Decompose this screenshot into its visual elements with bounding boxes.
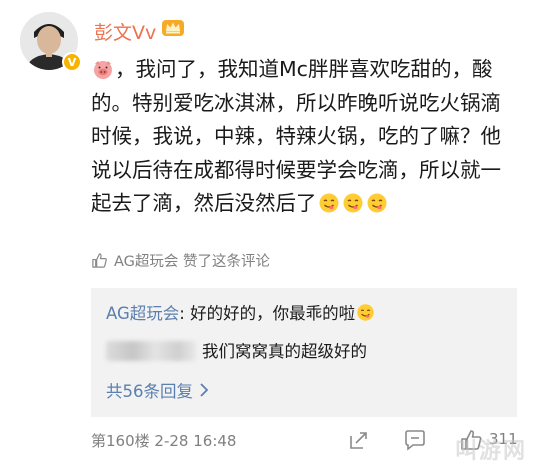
more-replies-label: 共56条回复 <box>106 382 193 401</box>
chevron-right-icon <box>200 383 209 397</box>
avatar[interactable]: V <box>20 12 82 74</box>
floor-and-time: 第160楼 2-28 16:48 <box>91 430 236 451</box>
reply-author[interactable]: AG超玩会 <box>106 304 179 323</box>
member-crown-icon <box>162 20 184 36</box>
liked-by-line: AG超玩会 赞了这条评论 <box>91 250 270 271</box>
yummy-face-icon <box>319 193 338 213</box>
thumbs-up-icon <box>92 253 107 268</box>
yummy-face-icon <box>367 193 386 213</box>
pig-face-icon <box>94 61 112 79</box>
username[interactable]: 彭文Vv <box>94 18 156 45</box>
reply-item: AG超玩会: 好的好的，你最乖的啦 <box>106 300 376 324</box>
reply-text: 好的好的，你最乖的啦 <box>190 304 356 323</box>
blurred-author <box>106 341 196 361</box>
yummy-face-icon <box>343 193 362 213</box>
reply-item: 我们窝窝真的超级好的 <box>106 338 367 362</box>
reply-text: 我们窝窝真的超级好的 <box>202 342 367 361</box>
comment-icon[interactable] <box>403 428 427 452</box>
reply-separator: : <box>179 304 191 323</box>
comment-text: ，我问了，我知道Mc胖胖喜欢吃甜的，酸的。特别爱吃冰淇淋，所以昨晚听说吃火锅滴时… <box>91 57 501 215</box>
share-icon[interactable] <box>347 428 371 452</box>
liked-by-text: AG超玩会 赞了这条评论 <box>114 254 271 270</box>
post-time: 2-28 16:48 <box>154 432 237 450</box>
reply-box: AG超玩会: 好的好的，你最乖的啦 我们窝窝真的超级好的 共56条回复 <box>91 288 517 417</box>
watermark: 叫游网 <box>454 439 527 464</box>
more-replies-link[interactable]: 共56条回复 <box>106 378 209 402</box>
floor-number: 第160楼 <box>91 432 150 450</box>
yummy-face-icon <box>357 304 374 321</box>
comment-body: ，我问了，我知道Mc胖胖喜欢吃甜的，酸的。特别爱吃冰淇淋，所以昨晚听说吃火锅滴时… <box>91 53 521 221</box>
verified-icon: V <box>62 52 82 72</box>
